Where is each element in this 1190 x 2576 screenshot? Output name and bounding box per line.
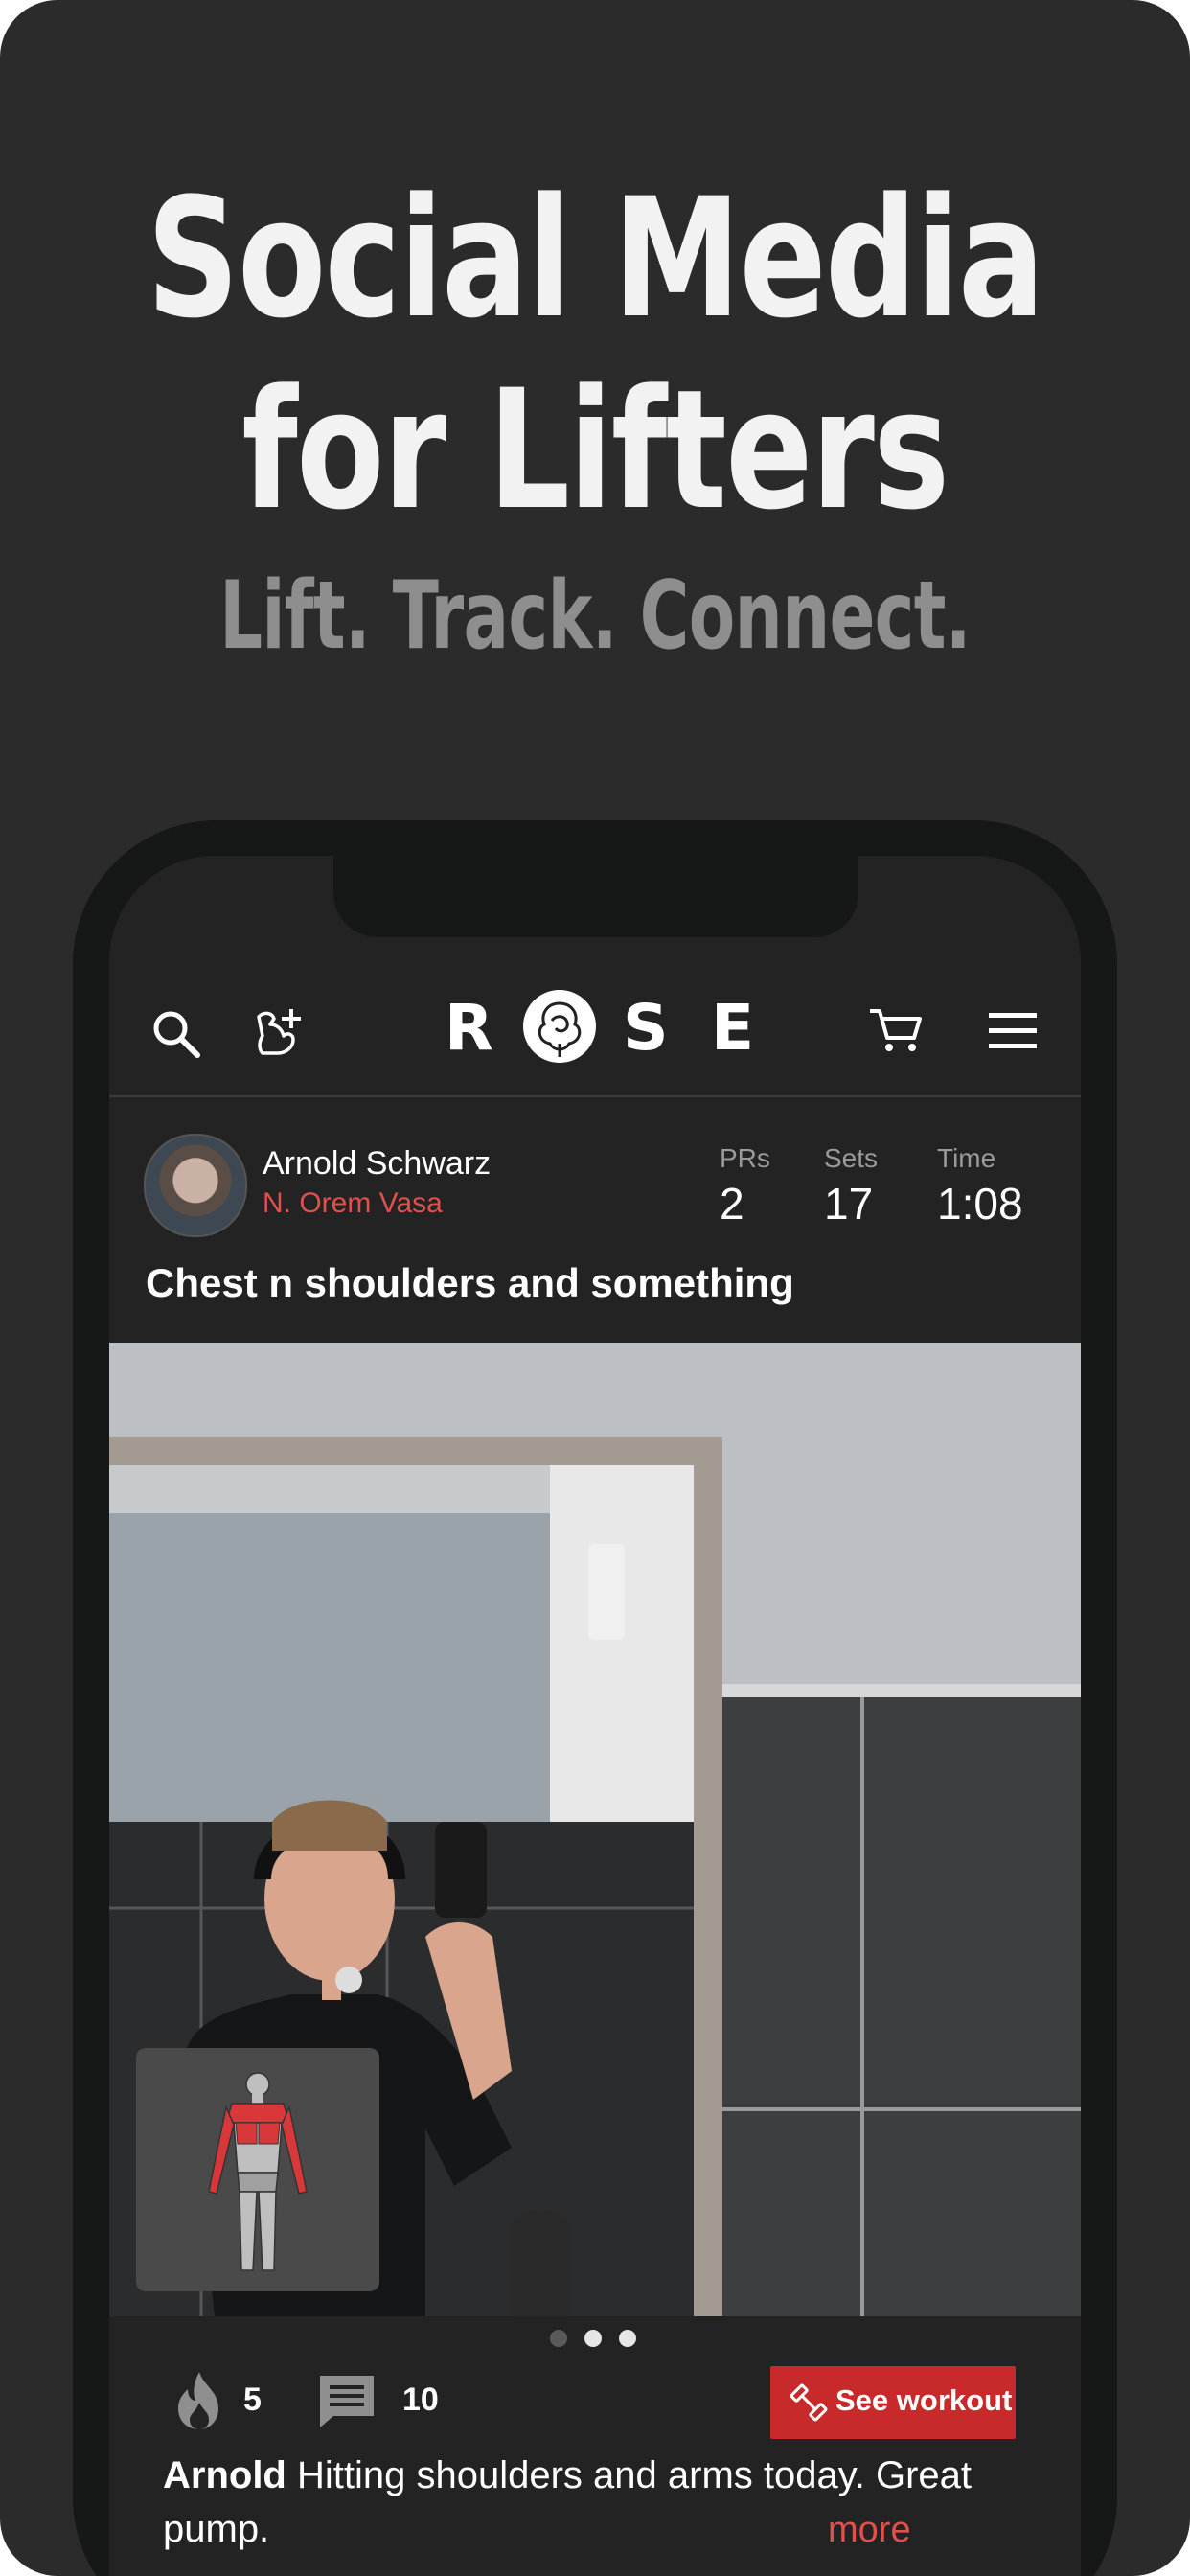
post-user-name[interactable]: Arnold Schwarz	[263, 1143, 491, 1184]
carousel-indicator	[109, 2324, 1081, 2353]
stat-sets-label: Sets	[824, 1143, 879, 1173]
dumbbell-icon	[790, 2383, 828, 2422]
comment-count: 10	[402, 2381, 439, 2418]
fire-icon[interactable]	[174, 2370, 224, 2431]
see-workout-button[interactable]: See workout	[770, 2366, 1016, 2439]
logo-letter-r: R	[445, 991, 493, 1065]
post-title[interactable]: Chest n shoulders and something	[146, 1260, 794, 1306]
carousel-dot-1[interactable]	[550, 2330, 567, 2347]
headline-line-2: for Lifters	[241, 354, 950, 546]
promo-canvas: Social Media for Lifters Lift. Track. Co…	[0, 0, 1190, 2576]
add-friend-muscle-icon[interactable]	[249, 1003, 310, 1065]
logo-letter-e: E	[711, 991, 755, 1065]
post-actions: 5 10 See workout	[109, 2357, 1081, 2443]
stat-sets-value: 17	[824, 1179, 874, 1229]
headline-line-1: Social Media	[147, 162, 1044, 355]
muscle-map-thumbnail[interactable]	[136, 2048, 379, 2291]
post-user-gym[interactable]: N. Orem Vasa	[263, 1185, 443, 1222]
post-photo[interactable]	[109, 1343, 1081, 2316]
stat-prs-value: 2	[720, 1179, 744, 1229]
stat-time-value: 1:08	[937, 1179, 1023, 1229]
logo-letter-s: S	[623, 991, 669, 1065]
carousel-dot-3[interactable]	[619, 2330, 636, 2347]
caption-author[interactable]: Arnold	[163, 2454, 286, 2496]
phone-notch	[333, 853, 858, 937]
comment-icon[interactable]	[316, 2372, 378, 2431]
stat-prs-label: PRs	[720, 1143, 770, 1173]
body-muscle-diagram-icon	[208, 2072, 308, 2271]
user-avatar[interactable]	[144, 1134, 247, 1237]
stat-time-label: Time	[937, 1143, 996, 1173]
app-screen: R S E Arnold Schwarz N. Orem Vasa PRs 2 …	[109, 856, 1081, 2576]
search-icon[interactable]	[149, 1007, 203, 1061]
hamburger-menu-icon[interactable]	[987, 1011, 1039, 1051]
cart-icon[interactable]	[866, 1005, 924, 1055]
fire-count: 5	[243, 2381, 262, 2418]
rose-logo-icon	[523, 990, 596, 1063]
caption-more-link[interactable]: more	[828, 2510, 911, 2551]
see-workout-label: See workout	[835, 2383, 1013, 2417]
top-nav-bar: R S E	[109, 961, 1081, 1097]
tagline: Lift. Track. Connect.	[219, 562, 971, 671]
carousel-dot-2[interactable]	[584, 2330, 602, 2347]
rose-logo: R S E	[445, 986, 761, 1070]
